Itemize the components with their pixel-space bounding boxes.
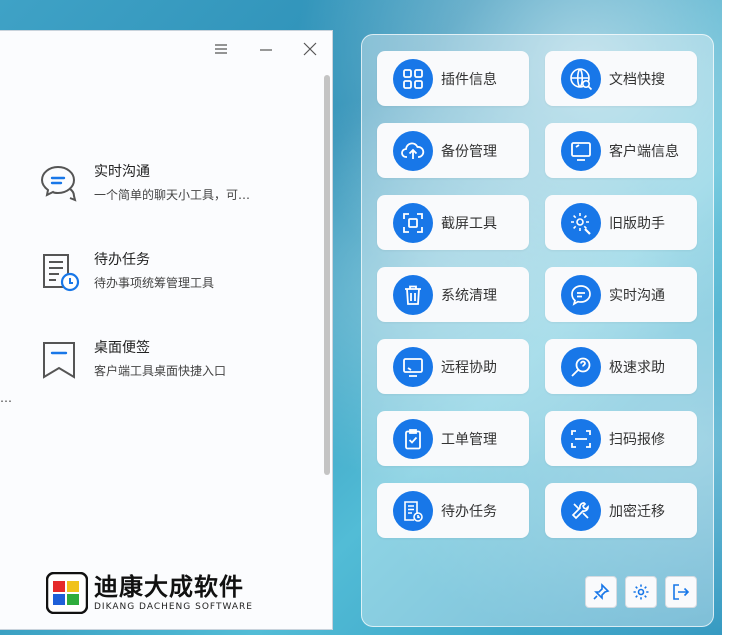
tile-client-info[interactable]: 客户端信息 xyxy=(545,123,697,178)
tile-label: 截屏工具 xyxy=(441,215,497,232)
tile-plugin-info[interactable]: 插件信息 xyxy=(377,51,529,106)
clipboard-check-icon xyxy=(405,428,421,449)
chat-icon xyxy=(40,165,77,202)
tile-label: 待办任务 xyxy=(441,503,497,520)
minimize-button[interactable] xyxy=(251,35,281,63)
close-button[interactable] xyxy=(295,35,325,63)
tile-label: 插件信息 xyxy=(441,71,497,88)
tile-label: 极速求助 xyxy=(609,359,665,376)
logo-name-en: DIKANG DACHENG SOFTWARE xyxy=(94,602,253,612)
tile-label: 远程协助 xyxy=(441,359,497,376)
monitor-icon xyxy=(571,141,591,161)
tile-label: 加密迁移 xyxy=(609,503,665,520)
tile-realtime-chat[interactable]: 实时沟通 xyxy=(545,267,697,322)
list-item-sticky-note[interactable]: 桌面便签 客户端工具桌面快捷入口 xyxy=(38,337,318,389)
pin-icon xyxy=(593,583,610,600)
left-window: 实时沟通 一个简单的聊天小工具，可… 待办任务 待办事项统筹管理工具 桌面便签 … xyxy=(0,30,333,630)
todo-list-icon xyxy=(404,500,423,522)
globe-search-icon xyxy=(570,67,593,90)
trash-icon xyxy=(405,285,421,305)
search-help-icon xyxy=(571,357,591,377)
tool-panel: 插件信息 文档快搜 备份管理 客户端信息 截屏工具 旧版助手 系统清理 实时沟通… xyxy=(361,34,714,627)
tile-label: 备份管理 xyxy=(441,143,497,160)
settings-button[interactable] xyxy=(625,576,657,608)
tile-doc-search[interactable]: 文档快搜 xyxy=(545,51,697,106)
scan-icon xyxy=(571,429,591,448)
tile-label: 客户端信息 xyxy=(609,143,679,160)
tile-system-clean[interactable]: 系统清理 xyxy=(377,267,529,322)
tile-label: 实时沟通 xyxy=(609,287,665,304)
remote-desktop-icon xyxy=(403,357,423,377)
tile-scan-repair[interactable]: 扫码报修 xyxy=(545,411,697,466)
list-item-chat[interactable]: 实时沟通 一个简单的聊天小工具，可… xyxy=(38,161,318,213)
tile-backup[interactable]: 备份管理 xyxy=(377,123,529,178)
pin-button[interactable] xyxy=(585,576,617,608)
window-edge xyxy=(722,0,730,635)
entry-title: 实时沟通 xyxy=(94,164,150,180)
cloud-upload-icon xyxy=(401,142,425,159)
tile-quick-help[interactable]: 极速求助 xyxy=(545,339,697,394)
tile-label: 工单管理 xyxy=(441,431,497,448)
scrollbar[interactable] xyxy=(322,71,332,616)
todo-list-icon xyxy=(43,254,80,292)
list-item-todo[interactable]: 待办任务 待办事项统筹管理工具 xyxy=(38,249,318,301)
tile-label: 系统清理 xyxy=(441,287,497,304)
truncated-text: … xyxy=(0,391,12,405)
logout-button[interactable] xyxy=(665,576,697,608)
screenshot-icon xyxy=(403,212,423,233)
scrollbar-thumb[interactable] xyxy=(324,75,330,475)
menu-icon xyxy=(215,44,227,54)
tile-label: 扫码报修 xyxy=(609,431,665,448)
entry-title: 桌面便签 xyxy=(94,340,150,356)
settings-icon xyxy=(633,584,649,600)
entry-title: 待办任务 xyxy=(94,252,150,268)
tools-icon xyxy=(571,501,589,519)
entry-desc: 待办事项统筹管理工具 xyxy=(94,276,215,290)
tile-todo-tasks[interactable]: 待办任务 xyxy=(377,483,529,538)
bookmark-icon xyxy=(43,342,75,379)
company-logo: 迪康大成软件 DIKANG DACHENG SOFTWARE xyxy=(46,572,253,614)
tile-remote-assist[interactable]: 远程协助 xyxy=(377,339,529,394)
close-icon xyxy=(303,42,317,56)
tile-ticket-manage[interactable]: 工单管理 xyxy=(377,411,529,466)
minimize-icon xyxy=(260,49,272,51)
logout-icon xyxy=(673,584,690,600)
logo-mark-icon xyxy=(46,572,88,614)
entry-desc: 一个简单的聊天小工具，可… xyxy=(94,188,251,202)
gear-wrench-icon xyxy=(571,212,591,235)
tile-label: 旧版助手 xyxy=(609,215,665,232)
entry-desc: 客户端工具桌面快捷入口 xyxy=(94,364,227,378)
grid-icon xyxy=(403,68,423,89)
chat-icon xyxy=(571,284,591,306)
logo-name-cn: 迪康大成软件 xyxy=(94,573,244,601)
tile-legacy-assistant[interactable]: 旧版助手 xyxy=(545,195,697,250)
menu-button[interactable] xyxy=(206,35,236,63)
tile-screenshot[interactable]: 截屏工具 xyxy=(377,195,529,250)
tile-encrypt-migrate[interactable]: 加密迁移 xyxy=(545,483,697,538)
tile-label: 文档快搜 xyxy=(609,71,665,88)
